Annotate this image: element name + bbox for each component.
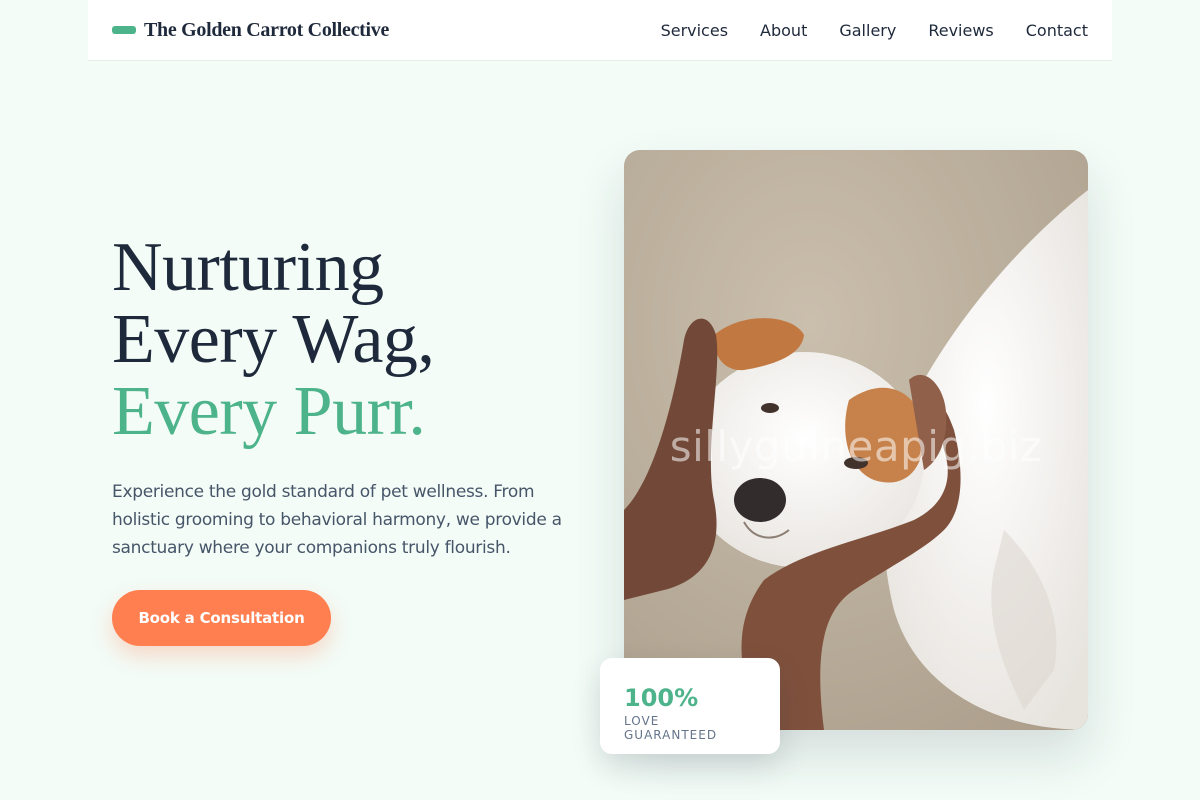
headline-line-1: Nurturing [112, 229, 384, 306]
brand-logo-mark [112, 26, 136, 34]
nav-link-contact[interactable]: Contact [1026, 21, 1088, 40]
nav-links: Services About Gallery Reviews Contact [661, 21, 1088, 40]
hero-text: Nurturing Every Wag, Every Purr. Experie… [112, 232, 592, 562]
stat-card: 100% LOVE GUARANTEED [600, 658, 780, 754]
nav-link-about[interactable]: About [760, 21, 807, 40]
nav-link-gallery[interactable]: Gallery [839, 21, 896, 40]
stat-label: LOVE GUARANTEED [624, 714, 718, 742]
hero-headline: Nurturing Every Wag, Every Purr. [112, 232, 592, 448]
hero-description: Experience the gold standard of pet well… [112, 482, 562, 558]
brand-name: The Golden Carrot Collective [144, 18, 390, 41]
headline-accent: Every Purr. [112, 373, 426, 450]
nav-link-services[interactable]: Services [661, 21, 728, 40]
brand[interactable]: The Golden Carrot Collective [112, 19, 389, 42]
stat-value: 100% [624, 684, 699, 712]
hero-photo: sillyguineapig.biz [624, 150, 1088, 730]
book-consultation-button[interactable]: Book a Consultation [112, 590, 331, 646]
headline-line-2: Every Wag, [112, 301, 435, 378]
nav-link-reviews[interactable]: Reviews [928, 21, 993, 40]
photo-watermark: sillyguineapig.biz [669, 422, 1043, 471]
top-nav: The Golden Carrot Collective Services Ab… [88, 0, 1112, 61]
